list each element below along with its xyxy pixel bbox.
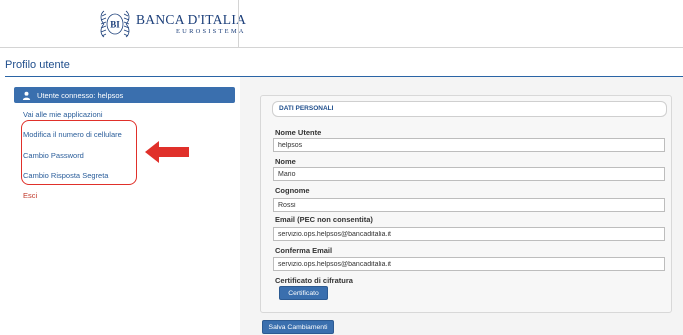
user-panel-label: Utente connesso: helpsos xyxy=(37,90,124,100)
first-name-input[interactable] xyxy=(273,167,665,181)
section-header: DATI PERSONALI xyxy=(272,101,667,117)
header-empty-area xyxy=(238,0,683,47)
email-label: Email (PEC non consentita) xyxy=(275,215,373,224)
username-input[interactable] xyxy=(273,138,665,152)
first-name-label: Nome xyxy=(275,157,296,166)
user-icon xyxy=(22,91,31,100)
annotation-arrow-icon xyxy=(145,141,189,163)
user-panel: Utente connesso: helpsos xyxy=(14,87,235,103)
username-label: Nome Utente xyxy=(275,128,322,137)
save-changes-button[interactable]: Salva Cambiamenti xyxy=(262,320,334,334)
logo-subtitle: EUROSISTEMA xyxy=(176,27,246,35)
svg-text:BI: BI xyxy=(110,20,120,30)
confirm-email-label: Conferma Email xyxy=(275,246,333,255)
sidebar-link-logout[interactable]: Esci xyxy=(23,191,37,200)
app-header: BI BANCA D'ITALIA EUROSISTEMA xyxy=(0,0,683,47)
logo-title: BANCA D'ITALIA xyxy=(136,11,247,27)
bank-logo[interactable]: BI BANCA D'ITALIA EUROSISTEMA xyxy=(98,8,246,40)
page-title: Profilo utente xyxy=(5,59,70,71)
section-title: DATI PERSONALI xyxy=(279,105,334,112)
header-divider xyxy=(0,47,683,48)
bank-emblem-icon: BI xyxy=(100,10,130,38)
sidebar-link-my-applications[interactable]: Vai alle mie applicazioni xyxy=(23,110,103,119)
annotation-highlight-box xyxy=(21,120,137,185)
confirm-email-input[interactable] xyxy=(273,257,665,271)
email-input[interactable] xyxy=(273,227,665,241)
certificate-label: Certificato di cifratura xyxy=(275,276,353,285)
last-name-label: Cognome xyxy=(275,186,310,195)
last-name-input[interactable] xyxy=(273,198,665,212)
certificate-button[interactable]: Certificato xyxy=(279,286,328,300)
